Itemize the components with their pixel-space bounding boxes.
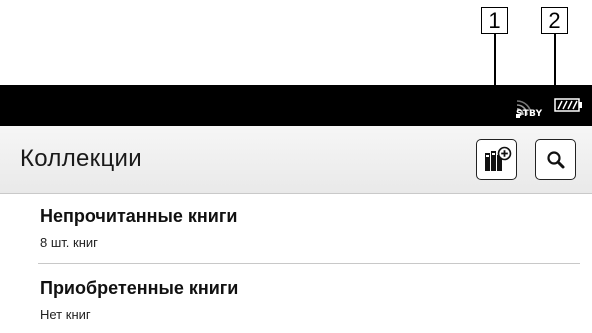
collection-title: Непрочитанные книги [40,206,238,226]
add-collection-button[interactable] [476,139,517,180]
callout-marker-2: 2 [541,7,568,34]
collection-item[interactable]: Приобретенные книги Нет книг [0,266,592,332]
header-bar: Коллекции [0,126,592,194]
battery-icon [554,98,582,112]
search-button[interactable] [535,139,576,180]
page-title: Коллекции [20,145,142,172]
add-collection-icon [484,146,511,171]
standby-label: STBY [516,109,543,119]
status-bar: STBY [0,85,592,126]
collection-item[interactable]: Непрочитанные книги 8 шт. книг [0,194,592,260]
list-divider [38,263,580,264]
collection-count: 8 шт. книг [40,235,98,250]
search-icon [546,150,564,168]
collection-count: Нет книг [40,307,91,322]
collection-title: Приобретенные книги [40,278,239,298]
callout-marker-1: 1 [481,7,508,34]
